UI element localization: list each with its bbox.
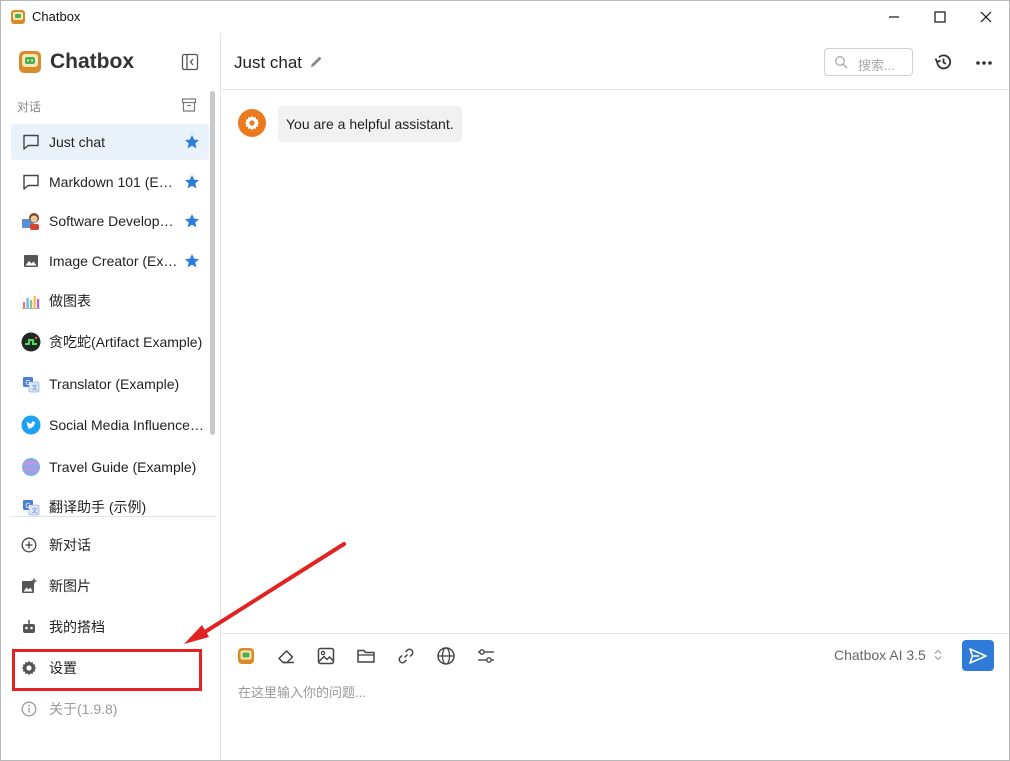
minimize-icon: [889, 16, 899, 18]
translate-avatar-icon: G 文: [21, 497, 41, 517]
brand: Chatbox: [18, 49, 134, 75]
image-icon[interactable]: [315, 645, 337, 667]
chat-bubble-icon: [21, 132, 41, 152]
chat-title: Just chat: [234, 53, 303, 72]
star-icon[interactable]: [184, 213, 200, 229]
conversation-label: Translator (Example): [49, 375, 180, 392]
conversation-item-social-media-influencer[interactable]: Social Media Influencer (Example): [11, 404, 209, 446]
chat-bubble-icon: [21, 172, 41, 192]
svg-text:G: G: [25, 379, 30, 387]
conversation-item-image-creator[interactable]: Image Creator (Example): [11, 241, 209, 281]
message-bubble: You are a helpful assistant.: [278, 106, 462, 142]
gear-icon: [244, 115, 260, 131]
add-image-icon: [20, 577, 38, 595]
developer-avatar-icon: [21, 211, 41, 231]
chat-header: Just chat 搜索...: [222, 33, 1009, 90]
app-logo-icon: [11, 10, 25, 24]
conversation-item-markdown-101[interactable]: Markdown 101 (Example): [11, 162, 209, 201]
link-icon[interactable]: [395, 645, 417, 667]
search-placeholder: 搜索...: [858, 58, 895, 73]
model-selector[interactable]: Chatbox AI 3.5: [834, 647, 942, 663]
conversation-label: Software Developer (Example): [49, 213, 179, 229]
maximize-button[interactable]: [917, 1, 963, 33]
window-title: Chatbox: [32, 9, 81, 24]
send-button[interactable]: [962, 640, 994, 671]
search-icon: [835, 56, 848, 69]
conversation-item-software-developer[interactable]: Software Developer (Example): [11, 201, 209, 241]
svg-text:G: G: [25, 502, 30, 510]
chatbox-logo-icon[interactable]: [235, 645, 257, 667]
system-avatar: [238, 109, 266, 137]
conversation-label: 贪吃蛇(Artifact Example): [49, 334, 203, 350]
star-icon[interactable]: [184, 253, 200, 269]
about-button[interactable]: 关于(1.9.8): [11, 691, 203, 727]
brand-name: Chatbox: [50, 50, 134, 73]
archive-icon[interactable]: [181, 97, 197, 113]
new-chat-label: 新对话: [49, 537, 91, 553]
folder-icon[interactable]: [355, 645, 377, 667]
conversation-label: 做图表: [49, 293, 91, 309]
app-window: Chatbox Chatbox 对话 Just chat Markdown 10…: [0, 0, 1010, 761]
sliders-icon[interactable]: [475, 645, 497, 667]
twitter-avatar-icon: [21, 415, 41, 435]
new-image-label: 新图片: [49, 578, 91, 594]
conversation-item-just-chat[interactable]: Just chat: [11, 124, 209, 160]
title-bar: Chatbox: [1, 1, 1009, 33]
close-icon: [980, 11, 992, 23]
info-icon: [20, 700, 38, 718]
send-icon: [969, 647, 987, 664]
about-label: 关于(1.9.8): [49, 701, 118, 717]
eraser-icon[interactable]: [275, 645, 297, 667]
my-partners-label: 我的搭档: [49, 619, 105, 635]
image-icon: [21, 251, 41, 271]
conversation-item-chart[interactable]: 做图表: [11, 281, 209, 321]
settings-highlight-annotation: [12, 649, 202, 691]
conversation-item-translation-assistant[interactable]: G 文 翻译助手 (示例): [11, 487, 209, 527]
svg-text:文: 文: [32, 507, 38, 515]
chat-panel: Just chat 搜索... You are a helpful assist…: [222, 33, 1009, 760]
sidebar-collapse-icon[interactable]: [181, 53, 199, 71]
snake-game-avatar-icon: [21, 332, 41, 352]
sidebar-divider: [11, 516, 217, 517]
minimize-button[interactable]: [871, 1, 917, 33]
history-icon[interactable]: [933, 52, 953, 72]
new-image-button[interactable]: 新图片: [11, 568, 203, 604]
new-chat-button[interactable]: 新对话: [11, 527, 203, 563]
globe-icon[interactable]: [435, 645, 457, 667]
star-icon[interactable]: [184, 174, 200, 190]
edit-pencil-icon[interactable]: [309, 54, 324, 69]
conversation-item-translator[interactable]: G 文 Translator (Example): [11, 363, 209, 404]
my-partners-button[interactable]: 我的搭档: [11, 609, 203, 645]
chart-avatar-icon: [21, 291, 41, 311]
add-circle-icon: [20, 536, 38, 554]
model-name: Chatbox AI 3.5: [834, 647, 926, 663]
chatbox-logo-icon: [19, 51, 41, 73]
close-button[interactable]: [963, 1, 1009, 33]
robot-icon: [20, 618, 38, 636]
conversation-item-travel-guide[interactable]: Travel Guide (Example): [11, 446, 209, 487]
select-arrows-icon: [934, 649, 942, 661]
conversation-label: Just chat: [49, 134, 106, 150]
conversation-list: Just chat Markdown 101 (Example): [11, 124, 209, 527]
conversation-label: Travel Guide (Example): [49, 458, 197, 475]
globe-avatar-icon: [21, 457, 41, 477]
svg-text:文: 文: [32, 384, 38, 392]
search-input[interactable]: 搜索...: [824, 48, 913, 76]
section-label-conversations: 对话: [17, 100, 42, 114]
star-icon[interactable]: [184, 134, 200, 150]
message-input[interactable]: 在这里输入你的问题...: [238, 682, 366, 701]
conversation-label: Markdown 101 (Example): [49, 173, 179, 190]
maximize-icon: [934, 11, 946, 23]
conversation-label: Social Media Influencer (Example): [49, 417, 205, 433]
more-options-icon[interactable]: [974, 53, 994, 73]
conversation-label: 翻译助手 (示例): [49, 499, 147, 515]
conversation-item-snake-game[interactable]: 贪吃蛇(Artifact Example): [11, 321, 209, 363]
sidebar-scrollbar[interactable]: [210, 91, 215, 435]
composer: Chatbox AI 3.5 在这里输入你的问题...: [222, 633, 1009, 760]
translate-avatar-icon: G 文: [21, 374, 41, 394]
conversation-label: Image Creator (Example): [49, 253, 179, 269]
